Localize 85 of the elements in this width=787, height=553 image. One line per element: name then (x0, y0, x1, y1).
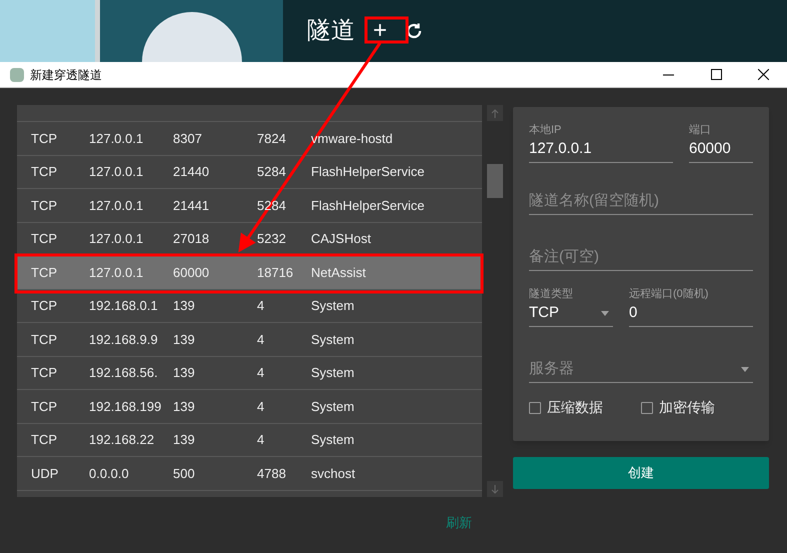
highlight-frame (364, 16, 408, 44)
table-cell-text: 21441 (173, 196, 210, 214)
table-cell-text: TCP (30, 230, 58, 248)
dropdown-caret-icon (741, 367, 749, 372)
table-cell-text: 192.168.22 (89, 431, 156, 449)
option-checkbox[interactable]: 加密传输 (641, 397, 715, 418)
create-button[interactable]: 创建 (513, 457, 769, 489)
table-cell-text: System (311, 364, 354, 382)
table-cell-text: 4 (257, 398, 266, 416)
checkbox[interactable] (529, 402, 541, 414)
table-cell-text: 192.168.56. (89, 364, 159, 382)
table-cell-text: TCP (30, 431, 58, 449)
table-cell-text: FlashHelperService (311, 196, 424, 215)
table-cell-text: CAJSHost (311, 230, 371, 248)
field-label: 本地IP (529, 124, 562, 137)
scroll-down-button[interactable] (487, 481, 503, 497)
port-field[interactable]: 60000 (689, 137, 753, 163)
table-cell-text: FlashHelperService (311, 163, 424, 181)
table-cell-text: 139 (173, 398, 196, 416)
table-cell-text: TCP (30, 330, 58, 348)
table-cell-text: 7824 (257, 130, 287, 148)
table-cell-text: UDP (30, 464, 60, 482)
table-cell-text: 4 (257, 364, 266, 382)
down-arrow-icon (491, 484, 499, 494)
option-checkbox[interactable]: 压缩数据 (529, 397, 603, 418)
table-cell-text: 127.0.0.1 (89, 230, 144, 248)
table-cell-text: 27018 (173, 230, 210, 248)
local-ip-field[interactable]: 127.0.0.1 (529, 137, 673, 163)
table-cell-text: 0.0.0.0 (89, 464, 130, 482)
close-icon[interactable] (758, 69, 769, 80)
table-cell-text: System (311, 297, 354, 315)
tunnel-type-dropdown[interactable]: TCP (529, 301, 613, 327)
checkbox[interactable] (641, 402, 653, 414)
add-button[interactable]: + (365, 19, 396, 43)
table-cell-text: TCP (30, 297, 58, 315)
scrollbar[interactable] (487, 105, 503, 497)
scrollbar-thumb[interactable] (487, 164, 503, 198)
table-cell-text: 4 (257, 330, 266, 348)
table-cell-text: TCP (30, 130, 58, 148)
table-cell-text: TCP (30, 398, 58, 416)
remote-port-field[interactable]: 0 (629, 301, 753, 327)
field-label: 隧道类型 (529, 288, 574, 301)
app-icon (10, 68, 24, 82)
table-cell-text: 21440 (173, 163, 210, 181)
window-title: 新建穿透隧道 (30, 66, 102, 84)
connection-row[interactable]: TCP 127.0.0.1 60000 18716 NetAssist (17, 256, 482, 290)
table-cell-text: TCP (30, 364, 58, 382)
table-cell-text: System (311, 330, 354, 349)
table-cell-text: TCP (30, 264, 58, 282)
table-cell-text: 139 (173, 330, 196, 348)
table-cell-text: 192.168.9.9 (89, 330, 159, 348)
field-label: 端口 (689, 124, 712, 137)
table-cell-text: 4 (257, 431, 266, 449)
table-cell-text: 127.0.0.1 (89, 130, 144, 148)
table-cell-text: TCP (30, 163, 58, 181)
connection-row[interactable]: TCP 127.0.0.1 21440 5284 FlashHelperService (17, 156, 482, 189)
maximize-icon[interactable] (711, 69, 722, 80)
table-cell-text: 60000 (173, 264, 210, 282)
table-cell-text: 192.168.199 (89, 398, 162, 416)
table-cell-text: 4 (257, 297, 266, 315)
dropdown-caret-icon (601, 311, 609, 316)
table-cell-text: 192.168.0.1 (89, 297, 159, 315)
table-cell-text: System (311, 431, 354, 449)
table-cell-text: 139 (173, 297, 196, 315)
field-label: 远程端口(0随机) (629, 288, 710, 301)
table-cell-text: 5232 (257, 230, 287, 248)
page-title: 隧道 (307, 16, 355, 46)
table-cell-text: NetAssist (311, 264, 366, 282)
table-cell-text: 18716 (257, 264, 294, 282)
table-cell-text: 127.0.0.1 (89, 264, 144, 282)
table-cell-text: 500 (173, 464, 196, 482)
table-cell-text: 5284 (257, 163, 287, 181)
connection-row[interactable]: TCP 192.168.56. 139 4 System (17, 356, 482, 390)
table-cell-text: 127.0.0.1 (89, 196, 144, 214)
up-arrow-icon (491, 108, 499, 118)
table-cell-text: 127.0.0.1 (89, 163, 144, 181)
table-cell-text: System (311, 398, 354, 416)
scroll-up-button[interactable] (487, 105, 503, 121)
table-cell-text: TCP (30, 196, 58, 214)
table-cell-text: svchost (311, 464, 356, 482)
table-cell-text: 139 (173, 364, 196, 382)
connection-row[interactable]: TCP 192.168.22 139 4 System (17, 424, 482, 457)
table-cell-text: 4788 (257, 464, 287, 482)
table-cell-text: 139 (173, 431, 196, 449)
table-cell-text: 8307 (173, 130, 203, 148)
